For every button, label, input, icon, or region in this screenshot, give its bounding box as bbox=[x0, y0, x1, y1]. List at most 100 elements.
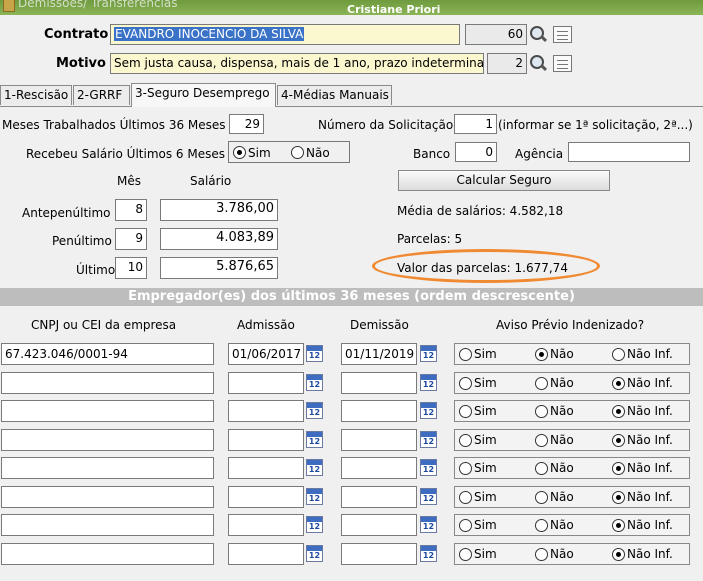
penultimo-salario-field[interactable]: 4.083,89 bbox=[160, 228, 278, 250]
aviso-sim-radio[interactable] bbox=[459, 490, 472, 504]
aviso-naoinf-radio[interactable] bbox=[612, 348, 625, 361]
admissao-field[interactable] bbox=[228, 371, 304, 394]
penultimo-label: Penúltimo bbox=[52, 234, 112, 248]
aviso-naoinf-radio[interactable] bbox=[612, 519, 625, 532]
motivo-list-icon[interactable] bbox=[553, 55, 572, 72]
ultimo-mes-field[interactable]: 10 bbox=[115, 257, 147, 279]
aviso-naoinf-radio[interactable] bbox=[612, 462, 625, 475]
demissao-calendar-icon[interactable]: 12 bbox=[420, 544, 437, 562]
demissao-calendar-icon[interactable]: 12 bbox=[420, 487, 437, 505]
demissao-field[interactable] bbox=[341, 428, 417, 451]
numero-solicitacao-label: Número da Solicitação bbox=[318, 118, 454, 132]
demissao-calendar-icon[interactable]: 12 bbox=[420, 430, 437, 448]
aviso-nao-radio[interactable] bbox=[535, 348, 548, 361]
admissao-calendar-icon[interactable]: 12 bbox=[306, 487, 323, 505]
aviso-naoinf-label: Não Inf. bbox=[627, 375, 673, 390]
tab-rescisao[interactable]: 1-Rescisão bbox=[0, 85, 72, 105]
demissao-calendar-icon[interactable]: 12 bbox=[420, 459, 437, 476]
admissao-calendar-icon[interactable]: 12 bbox=[306, 345, 323, 362]
antepenultimo-mes-field[interactable]: 8 bbox=[115, 199, 147, 221]
cnpj-field[interactable] bbox=[1, 371, 214, 394]
mes-header: Mês bbox=[117, 174, 141, 188]
penultimo-mes-field[interactable]: 9 bbox=[115, 228, 147, 250]
aviso-nao-label: Não bbox=[550, 489, 574, 504]
aviso-nao-radio[interactable] bbox=[535, 376, 548, 390]
aviso-naoinf-radio[interactable] bbox=[612, 490, 625, 504]
banco-field[interactable]: 0 bbox=[455, 142, 497, 162]
aviso-nao-radio[interactable] bbox=[535, 462, 548, 475]
agencia-field[interactable] bbox=[568, 142, 690, 162]
admissao-field[interactable]: 01/06/2017 bbox=[228, 343, 304, 365]
demissao-calendar-icon[interactable]: 12 bbox=[420, 373, 437, 391]
admissao-calendar-icon[interactable]: 12 bbox=[306, 430, 323, 448]
aviso-sim-radio[interactable] bbox=[459, 433, 472, 447]
demissao-field[interactable] bbox=[341, 371, 417, 394]
admissao-field[interactable] bbox=[228, 514, 304, 536]
aviso-sim-label: Sim bbox=[474, 518, 497, 532]
motivo-field[interactable]: Sem justa causa, dispensa, mais de 1 ano… bbox=[110, 53, 484, 74]
aviso-sim-radio[interactable] bbox=[459, 376, 472, 390]
demissao-field[interactable]: 01/11/2019 bbox=[341, 343, 417, 365]
admissao-field[interactable] bbox=[228, 400, 304, 422]
demissao-field[interactable] bbox=[341, 542, 417, 565]
admissao-calendar-icon[interactable]: 12 bbox=[306, 402, 323, 419]
aviso-sim-radio[interactable] bbox=[459, 405, 472, 418]
cnpj-field[interactable] bbox=[1, 400, 214, 422]
aviso-naoinf-radio[interactable] bbox=[612, 547, 625, 561]
demissao-field[interactable] bbox=[341, 485, 417, 508]
recebeu-nao-radio[interactable] bbox=[291, 146, 304, 159]
admissao-calendar-icon[interactable]: 12 bbox=[306, 544, 323, 562]
contrato-search-icon[interactable] bbox=[529, 25, 549, 45]
empregadores-banner: Empregador(es) dos últimos 36 meses (ord… bbox=[0, 288, 703, 306]
admissao-field[interactable] bbox=[228, 428, 304, 451]
cnpj-field[interactable] bbox=[1, 514, 214, 536]
antepenultimo-salario-field[interactable]: 3.786,00 bbox=[160, 199, 278, 221]
aviso-nao-radio[interactable] bbox=[535, 519, 548, 532]
title-bar: Demissões/ Transferências Cristiane Prio… bbox=[0, 0, 703, 16]
demissao-field[interactable] bbox=[341, 514, 417, 536]
cnpj-field[interactable] bbox=[1, 428, 214, 451]
meses-trabalhados-field[interactable]: 29 bbox=[229, 114, 264, 134]
admissao-field[interactable] bbox=[228, 457, 304, 479]
admissao-calendar-icon[interactable]: 12 bbox=[306, 373, 323, 391]
admissao-field[interactable] bbox=[228, 485, 304, 508]
tab-grrf[interactable]: 2-GRRF bbox=[73, 85, 130, 105]
contrato-value: EVANDRO INOCENCIO DA SILVA bbox=[114, 27, 305, 41]
demissao-calendar-icon[interactable]: 12 bbox=[420, 402, 437, 419]
col-cnpj-header: CNPJ ou CEI da empresa bbox=[31, 318, 177, 332]
demissao-field[interactable] bbox=[341, 457, 417, 479]
ultimo-salario-field[interactable]: 5.876,65 bbox=[160, 257, 278, 279]
aviso-naoinf-radio[interactable] bbox=[612, 433, 625, 447]
numero-solicitacao-field[interactable]: 1 bbox=[454, 114, 497, 134]
demissao-calendar-icon[interactable]: 12 bbox=[420, 345, 437, 362]
aviso-nao-radio[interactable] bbox=[535, 433, 548, 447]
aviso-nao-radio[interactable] bbox=[535, 490, 548, 504]
tab-seguro-desemprego[interactable]: 3-Seguro Desemprego bbox=[131, 83, 276, 107]
aviso-naoinf-radio[interactable] bbox=[612, 376, 625, 390]
aviso-nao-radio[interactable] bbox=[535, 547, 548, 561]
demissao-field[interactable] bbox=[341, 400, 417, 422]
cnpj-field[interactable] bbox=[1, 485, 214, 508]
motivo-search-icon[interactable] bbox=[529, 54, 549, 74]
contrato-code-field[interactable]: 60 bbox=[465, 24, 527, 45]
contrato-list-icon[interactable] bbox=[553, 26, 572, 43]
recebeu-sim-radio[interactable] bbox=[233, 146, 246, 159]
tab-medias-manuais[interactable]: 4-Médias Manuais bbox=[277, 85, 392, 105]
motivo-code-field[interactable]: 2 bbox=[487, 53, 527, 74]
col-admissao-header: Admissão bbox=[237, 318, 295, 332]
calcular-seguro-button[interactable]: Calcular Seguro bbox=[398, 170, 610, 191]
cnpj-field[interactable] bbox=[1, 457, 214, 479]
aviso-nao-radio[interactable] bbox=[535, 405, 548, 418]
aviso-sim-radio[interactable] bbox=[459, 547, 472, 561]
cnpj-field[interactable] bbox=[1, 542, 214, 565]
demissao-calendar-icon[interactable]: 12 bbox=[420, 516, 437, 533]
admissao-calendar-icon[interactable]: 12 bbox=[306, 459, 323, 476]
aviso-sim-radio[interactable] bbox=[459, 462, 472, 475]
contrato-field[interactable]: EVANDRO INOCENCIO DA SILVA bbox=[110, 24, 460, 45]
cnpj-field[interactable]: 67.423.046/0001-94 bbox=[1, 343, 214, 365]
aviso-sim-radio[interactable] bbox=[459, 519, 472, 532]
admissao-field[interactable] bbox=[228, 542, 304, 565]
aviso-sim-radio[interactable] bbox=[459, 348, 472, 361]
aviso-naoinf-radio[interactable] bbox=[612, 405, 625, 418]
admissao-calendar-icon[interactable]: 12 bbox=[306, 516, 323, 533]
